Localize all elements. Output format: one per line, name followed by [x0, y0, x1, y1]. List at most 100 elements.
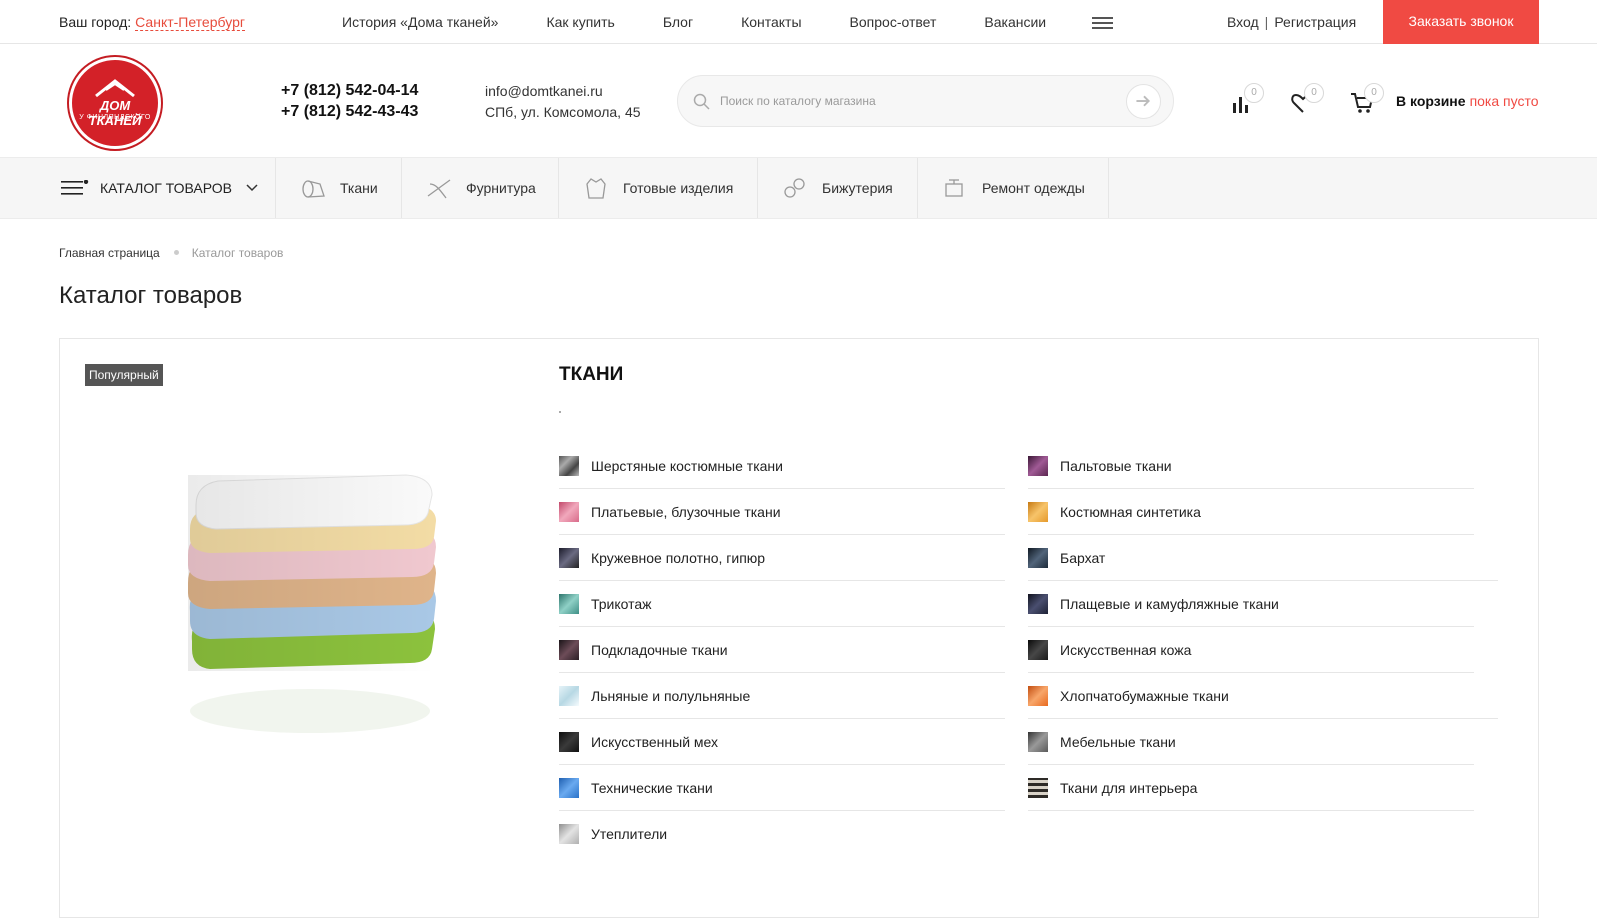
- clothes-icon: [586, 178, 606, 199]
- order-call-button[interactable]: Заказать звонок: [1383, 0, 1539, 44]
- top-bar: Ваш город: Санкт-Петербург История «Дома …: [0, 0, 1597, 44]
- subcategory-item[interactable]: Бархат: [1028, 535, 1498, 581]
- subcategory-item[interactable]: Костюмная синтетика: [1028, 489, 1474, 535]
- subcategory-item[interactable]: Пальтовые ткани: [1028, 443, 1474, 489]
- catnav-label-jewelry: Бижутерия: [822, 180, 893, 196]
- contact-block: info@domtkanei.ru СПб, ул. Комсомола, 45: [485, 81, 641, 123]
- catnav-label-ready-made: Готовые изделия: [623, 180, 734, 196]
- subcategory-item[interactable]: Ткани для интерьера: [1028, 765, 1474, 811]
- catnav-item-repair[interactable]: Ремонт одежды: [918, 158, 1109, 218]
- subcategory-label: Льняные и полульняные: [591, 687, 751, 704]
- subcategory-item[interactable]: Льняные и полульняные: [559, 673, 1005, 719]
- house-roof-icon: [95, 79, 135, 98]
- subcategory-label: Плащевые и камуфляжные ткани: [1060, 595, 1279, 612]
- subcategory-label: Бархат: [1060, 549, 1106, 566]
- subcategory-item[interactable]: Шерстяные костюмные ткани: [559, 443, 1005, 489]
- subcategory-item[interactable]: Подкладочные ткани: [559, 627, 1005, 673]
- subcategory-item[interactable]: Искусственный мех: [559, 719, 1005, 765]
- fabric-swatch-icon: [1028, 731, 1048, 752]
- fabric-swatch-icon: [1028, 685, 1048, 706]
- top-nav-blog[interactable]: Блог: [663, 14, 693, 30]
- page-title: Каталог товаров: [59, 282, 243, 309]
- subcategory-label: Хлопчатобумажные ткани: [1060, 687, 1229, 704]
- top-nav-faq[interactable]: Вопрос-ответ: [850, 14, 937, 30]
- arrow-right-icon: [1136, 95, 1151, 107]
- catalog-menu-button[interactable]: КАТАЛОГ ТОВАРОВ: [61, 158, 276, 218]
- fabric-swatch-icon: [559, 777, 579, 798]
- phones-block: +7 (812) 542-04-14 +7 (812) 542-43-43: [281, 80, 418, 122]
- top-nav-contacts[interactable]: Контакты: [741, 14, 801, 30]
- auth-separator: |: [1264, 14, 1269, 30]
- phone-2[interactable]: +7 (812) 542-43-43: [281, 101, 418, 122]
- fabric-swatch-icon: [559, 685, 579, 706]
- top-nav-history[interactable]: История «Дома тканей»: [342, 14, 498, 30]
- subcategory-label: Трикотаж: [591, 595, 652, 612]
- fabric-swatch-icon: [1028, 547, 1048, 568]
- category-nav: КАТАЛОГ ТОВАРОВ Ткани Фурнитура Готовые …: [0, 157, 1597, 219]
- cart-status: пока пусто: [1469, 93, 1539, 109]
- catnav-label-repair: Ремонт одежды: [982, 180, 1085, 196]
- login-link[interactable]: Вход: [1227, 14, 1259, 30]
- catnav-label-fabrics: Ткани: [340, 180, 378, 196]
- logo-subtitle: У ФИНЛЯНДСКОГО: [79, 114, 151, 121]
- subcategory-item[interactable]: Утеплители: [559, 811, 1005, 857]
- cart-summary[interactable]: В корзине пока пусто: [1396, 93, 1539, 109]
- city-link[interactable]: Санкт-Петербург: [135, 14, 245, 31]
- subcategory-item[interactable]: Плащевые и камуфляжные ткани: [1028, 581, 1474, 627]
- cart-label: В корзине: [1396, 93, 1466, 109]
- fabric-stack-image[interactable]: [160, 449, 460, 749]
- wishlist-count-badge: 0: [1304, 83, 1324, 103]
- search-submit-button[interactable]: [1126, 84, 1161, 119]
- cart-button[interactable]: 0: [1350, 83, 1384, 115]
- email-link[interactable]: info@domtkanei.ru: [485, 81, 641, 102]
- catnav-item-accessories[interactable]: Фурнитура: [402, 158, 559, 218]
- section-description: [559, 411, 561, 413]
- menu-icon: [61, 180, 89, 195]
- auth-links: Вход | Регистрация: [1227, 14, 1356, 30]
- subcategory-item[interactable]: Искусственная кожа: [1028, 627, 1474, 673]
- fabric-swatch-icon: [559, 731, 579, 752]
- fabric-swatch-icon: [1028, 777, 1048, 798]
- more-menu-icon[interactable]: [1092, 17, 1113, 29]
- top-nav: История «Дома тканей» Как купить Блог Ко…: [342, 14, 1046, 30]
- register-link[interactable]: Регистрация: [1274, 14, 1356, 30]
- cart-count-badge: 0: [1364, 83, 1384, 103]
- fabric-swatch-icon: [1028, 639, 1048, 660]
- jewelry-icon: [784, 178, 805, 198]
- site-logo[interactable]: ДОМ ТКАНЕЙ У ФИНЛЯНДСКОГО: [69, 57, 161, 149]
- subcategory-label: Технические ткани: [591, 779, 713, 796]
- catnav-item-ready-made[interactable]: Готовые изделия: [559, 158, 758, 218]
- fabric-swatch-icon: [1028, 501, 1048, 522]
- subcategory-item[interactable]: Мебельные ткани: [1028, 719, 1474, 765]
- catnav-item-fabrics[interactable]: Ткани: [276, 158, 402, 218]
- city-label: Ваш город:: [59, 14, 132, 30]
- subcategory-item[interactable]: Хлопчатобумажные ткани: [1028, 673, 1498, 719]
- subcategory-label: Ткани для интерьера: [1060, 779, 1198, 796]
- wishlist-button[interactable]: 0: [1290, 83, 1324, 115]
- subcategory-item[interactable]: Платьевые, блузочные ткани: [559, 489, 1005, 535]
- fabric-swatch-icon: [559, 639, 579, 660]
- category-panel: Популярный ТКАНИ Шерстяные костюмные тка…: [59, 338, 1539, 918]
- subcategory-item[interactable]: Технические ткани: [559, 765, 1005, 811]
- fabric-swatch-icon: [559, 455, 579, 476]
- search-input[interactable]: [720, 91, 1100, 111]
- catnav-item-jewelry[interactable]: Бижутерия: [758, 158, 918, 218]
- compare-button[interactable]: 0: [1230, 83, 1264, 115]
- compare-count-badge: 0: [1244, 83, 1264, 103]
- fabric-swatch-icon: [1028, 593, 1048, 614]
- search-bar: [677, 75, 1174, 127]
- subcategory-label: Пальтовые ткани: [1060, 457, 1172, 474]
- subcategory-label: Мебельные ткани: [1060, 733, 1176, 750]
- subcategory-item[interactable]: Трикотаж: [559, 581, 1005, 627]
- breadcrumb-home[interactable]: Главная страница: [59, 246, 160, 260]
- phone-1[interactable]: +7 (812) 542-04-14: [281, 80, 418, 101]
- subcategory-item[interactable]: Кружевное полотно, гипюр: [559, 535, 1005, 581]
- chevron-down-icon: [246, 184, 258, 192]
- fabric-roll-icon: [302, 180, 325, 198]
- subcategory-label: Платьевые, блузочные ткани: [591, 503, 781, 520]
- top-nav-vacancies[interactable]: Вакансии: [984, 14, 1046, 30]
- subcategory-label: Подкладочные ткани: [591, 641, 728, 658]
- top-nav-how-to-buy[interactable]: Как купить: [546, 14, 614, 30]
- section-title[interactable]: ТКАНИ: [559, 364, 623, 386]
- logo-title: ДОМ ТКАНЕЙ: [88, 98, 142, 128]
